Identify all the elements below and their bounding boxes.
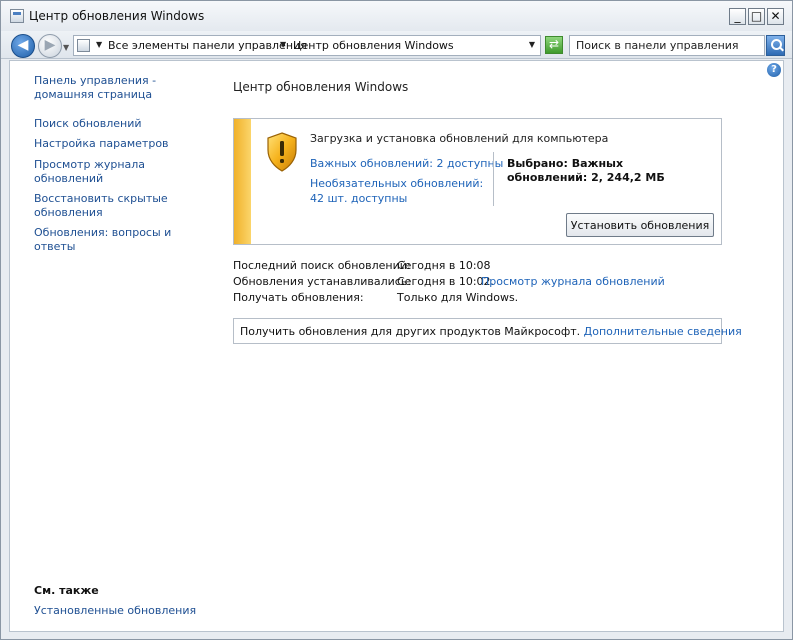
close-button[interactable]: ✕: [767, 8, 784, 25]
address-bar: ◀ ▶ ▼ ▼ Все элементы панели управления ▼…: [1, 31, 792, 59]
panel-divider: [493, 152, 494, 206]
forward-button[interactable]: ▶: [38, 34, 62, 58]
installed-value: Сегодня в 10:02.: [397, 275, 495, 288]
window-controls: _ □ ✕: [727, 8, 784, 25]
page-title: Центр обновления Windows: [233, 80, 409, 94]
breadcrumb-windows-update[interactable]: Центр обновления Windows: [293, 39, 454, 52]
sidebar-item-history[interactable]: Просмотр журнала обновлений: [34, 158, 145, 186]
breadcrumb-arrow-icon[interactable]: ▼: [96, 40, 102, 49]
window: Центр обновления Windows _ □ ✕ ◀ ▶ ▼ ▼ В…: [0, 0, 793, 640]
install-updates-button[interactable]: Установить обновления: [566, 213, 714, 237]
window-title: Центр обновления Windows: [29, 9, 205, 23]
search-icon[interactable]: [766, 35, 785, 56]
receive-value: Только для Windows.: [397, 291, 519, 304]
selected-summary: Выбрано: Важных обновлений: 2, 244,2 МБ: [507, 157, 665, 184]
last-search-value: Сегодня в 10:08: [397, 259, 491, 272]
more-info-link[interactable]: Дополнительные сведения: [584, 325, 742, 338]
search-input[interactable]: Поиск в панели управления: [569, 35, 765, 56]
content-area: ? Панель управления - домашняя страница …: [9, 60, 784, 632]
other-products-text: Получить обновления для других продуктов…: [240, 325, 581, 338]
sidebar-item-restore-hidden[interactable]: Восстановить скрытые обновления: [34, 192, 168, 220]
view-history-link[interactable]: Просмотр журнала обновлений: [481, 275, 665, 288]
receive-label: Получать обновления:: [233, 291, 364, 304]
warning-shield-icon: [267, 132, 297, 172]
sidebar-home-link[interactable]: Панель управления - домашняя страница: [34, 74, 156, 102]
refresh-button[interactable]: ⇄: [545, 36, 563, 54]
path-breadcrumb[interactable]: ▼ Все элементы панели управления ▼ Центр…: [73, 35, 541, 56]
control-panel-icon: [77, 39, 90, 52]
sidebar-item-settings[interactable]: Настройка параметров: [34, 137, 169, 151]
help-icon[interactable]: ?: [767, 63, 781, 77]
optional-updates-link[interactable]: Необязательных обновлений: 42 шт. доступ…: [310, 176, 485, 206]
path-dropdown-icon[interactable]: ▼: [529, 40, 535, 49]
installed-updates-link[interactable]: Установленные обновления: [34, 604, 196, 618]
back-button[interactable]: ◀: [11, 34, 35, 58]
panel-heading: Загрузка и установка обновлений для комп…: [310, 132, 609, 145]
breadcrumb-arrow-icon[interactable]: ▼: [280, 40, 286, 49]
breadcrumb-all-items[interactable]: Все элементы панели управления: [108, 39, 307, 52]
sidebar-item-check-updates[interactable]: Поиск обновлений: [34, 117, 142, 131]
update-panel: Загрузка и установка обновлений для комп…: [233, 118, 722, 245]
installed-label: Обновления устанавливались:: [233, 275, 412, 288]
other-products-box: Получить обновления для других продуктов…: [233, 318, 742, 344]
minimize-button[interactable]: _: [729, 8, 746, 25]
control-panel-icon: [10, 9, 24, 23]
title-bar: Центр обновления Windows _ □ ✕: [1, 1, 792, 31]
sidebar-item-faq[interactable]: Обновления: вопросы и ответы: [34, 226, 171, 254]
last-search-label: Последний поиск обновлений:: [233, 259, 411, 272]
warning-stripe: [234, 119, 251, 244]
history-dropdown-icon[interactable]: ▼: [63, 43, 69, 52]
important-updates-link[interactable]: Важных обновлений: 2 доступны: [310, 157, 503, 170]
maximize-button[interactable]: □: [748, 8, 765, 25]
see-also-title: См. также: [34, 584, 99, 597]
